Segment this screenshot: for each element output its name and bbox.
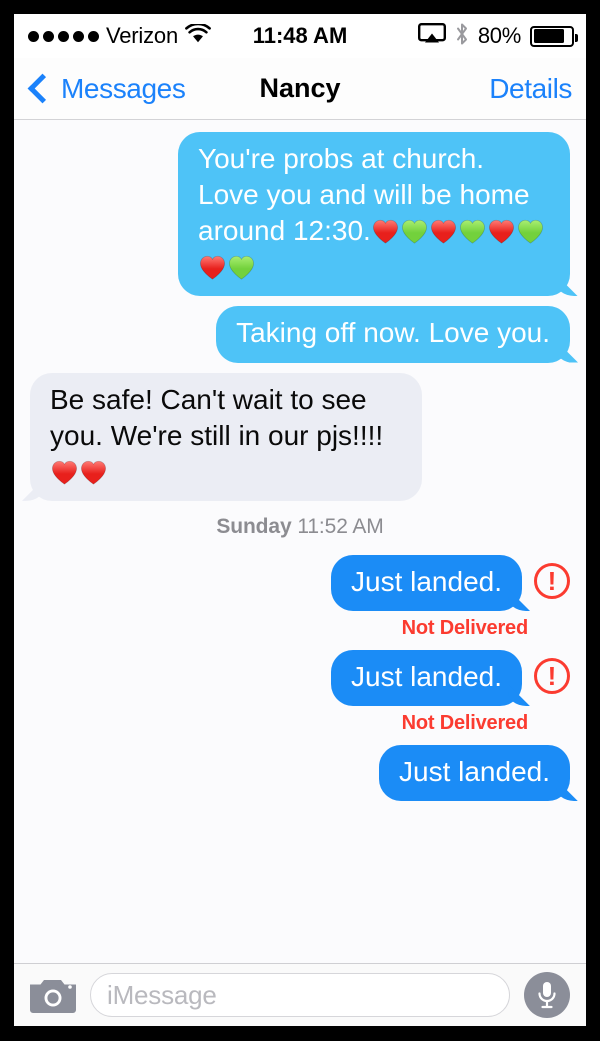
microphone-icon[interactable] [524,972,570,1018]
device-bezel: Verizon 11:48 AM 80% Messages Nancy Deta… [0,0,600,1041]
details-button[interactable]: Details [489,73,572,105]
back-button-label: Messages [61,72,186,104]
phone-screen: Verizon 11:48 AM 80% Messages Nancy Deta… [14,14,586,1026]
not-delivered-badge-icon[interactable]: ! [534,562,570,599]
timestamp-time: 11:52 AM [297,514,384,538]
message-row: Just landed.! [14,554,586,611]
message-bubble[interactable]: Taking off now. Love you. [216,306,570,363]
message-row: Be safe! Can't wait to see you. We're st… [14,372,586,501]
imessage-placeholder: iMessage [107,979,217,1010]
message-text: Be safe! Can't wait to see you. We're st… [50,383,384,451]
heart-red-icon [51,460,78,485]
heart-red-icon [430,219,457,244]
bluetooth-icon [455,23,469,50]
status-bar-left: Verizon [28,22,211,49]
message-input-bar: iMessage [14,963,586,1026]
message-row: Just landed.! [14,649,586,707]
message-text: Just landed. [351,660,502,692]
wifi-icon [185,22,211,49]
timestamp-day: Sunday [216,514,292,538]
thread-after-timestamp: Just landed.! Not Delivered Just landed.! N… [14,554,586,802]
heart-red-icon [488,219,515,244]
message-status-label: Not Delivered [401,712,529,735]
message-row: Just landed. [14,745,586,802]
message-status-label: Not Delivered [401,616,529,639]
back-button[interactable]: Messages [27,72,186,105]
heart-green-icon [517,219,544,244]
message-list[interactable]: You're probs at church. Love you and wil… [14,120,586,963]
airplay-icon [417,22,446,50]
imessage-input[interactable]: iMessage [90,973,510,1017]
battery-percent-label: 80% [477,23,521,48]
message-row: Taking off now. Love you. [14,306,586,363]
message-bubble[interactable]: Be safe! Can't wait to see you. We're st… [30,372,422,501]
message-text: Just landed. [399,756,550,788]
message-bubble[interactable]: Just landed. [331,554,522,611]
message-status-line: Not Delivered [14,712,586,735]
message-row: You're probs at church. Love you and wil… [14,132,586,297]
message-status-line: Not Delivered [14,617,586,640]
battery-icon [530,25,578,47]
status-bar: Verizon 11:48 AM 80% [14,14,586,58]
camera-icon[interactable] [30,977,76,1013]
chevron-left-icon [27,73,58,104]
thread-before-timestamp: You're probs at church. Love you and wil… [14,132,586,501]
timestamp-divider: Sunday 11:52 AM [14,515,586,539]
details-button-label: Details [489,72,572,104]
status-bar-right: 80% [417,22,578,50]
heart-green-icon [228,255,255,280]
message-bubble[interactable]: Just landed. [379,745,570,802]
heart-green-icon [459,219,486,244]
message-text: Taking off now. Love you. [236,317,550,349]
heart-red-icon [199,255,226,280]
navigation-bar: Messages Nancy Details [14,58,586,120]
message-text: Just landed. [351,565,502,597]
signal-strength-icon [28,30,99,42]
message-bubble[interactable]: Just landed. [331,649,522,707]
carrier-label: Verizon [106,23,178,48]
message-bubble[interactable]: You're probs at church. Love you and wil… [178,132,570,297]
heart-red-icon [372,219,399,244]
heart-green-icon [401,219,428,244]
heart-red-icon [80,460,107,485]
not-delivered-badge-icon[interactable]: ! [534,657,570,694]
